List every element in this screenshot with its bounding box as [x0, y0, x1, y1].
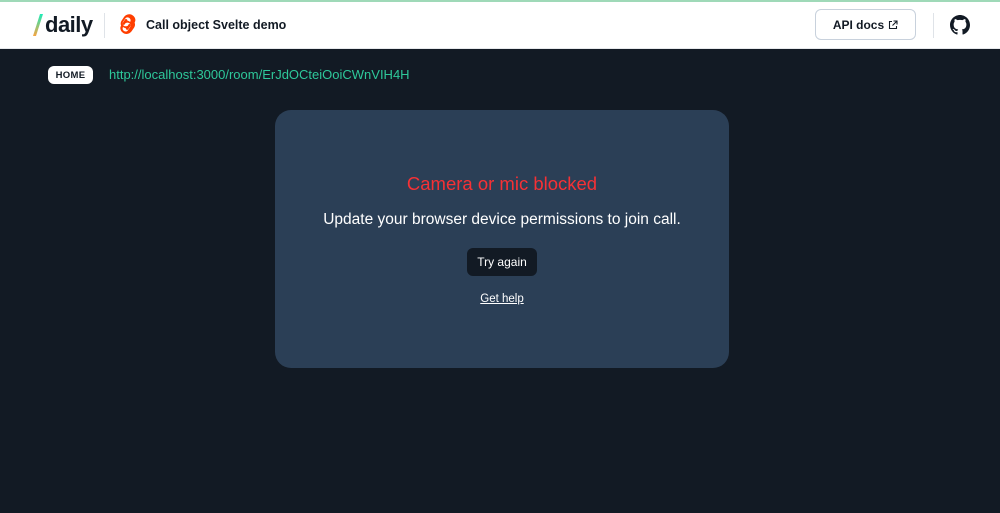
github-icon[interactable] — [950, 15, 970, 35]
app-title: Call object Svelte demo — [146, 18, 287, 32]
daily-logo[interactable]: daily — [32, 11, 93, 39]
api-docs-label: API docs — [832, 17, 885, 32]
api-docs-button[interactable]: API docs — [815, 9, 916, 40]
daily-slash-icon — [33, 14, 43, 36]
error-description: Update your browser device permissions t… — [323, 211, 681, 228]
app-header: daily Call object Svelte demo API docs — [0, 2, 1000, 49]
try-again-button[interactable]: Try again — [467, 248, 537, 276]
header-divider-right — [933, 13, 934, 38]
svelte-logo-icon — [120, 14, 136, 34]
error-title: Camera or mic blocked — [406, 173, 598, 194]
daily-logo-text: daily — [45, 12, 93, 37]
header-divider — [104, 13, 105, 38]
home-button[interactable]: HOME — [48, 66, 93, 84]
external-link-icon — [889, 19, 898, 29]
get-help-label[interactable]: Get help — [480, 293, 523, 305]
permissions-error-card: Camera or mic blocked Update your browse… — [275, 110, 729, 368]
get-help-link[interactable]: Get help — [275, 292, 729, 306]
room-url-link[interactable]: http://localhost:3000/room/ErJdOCteiOoiC… — [109, 67, 410, 83]
